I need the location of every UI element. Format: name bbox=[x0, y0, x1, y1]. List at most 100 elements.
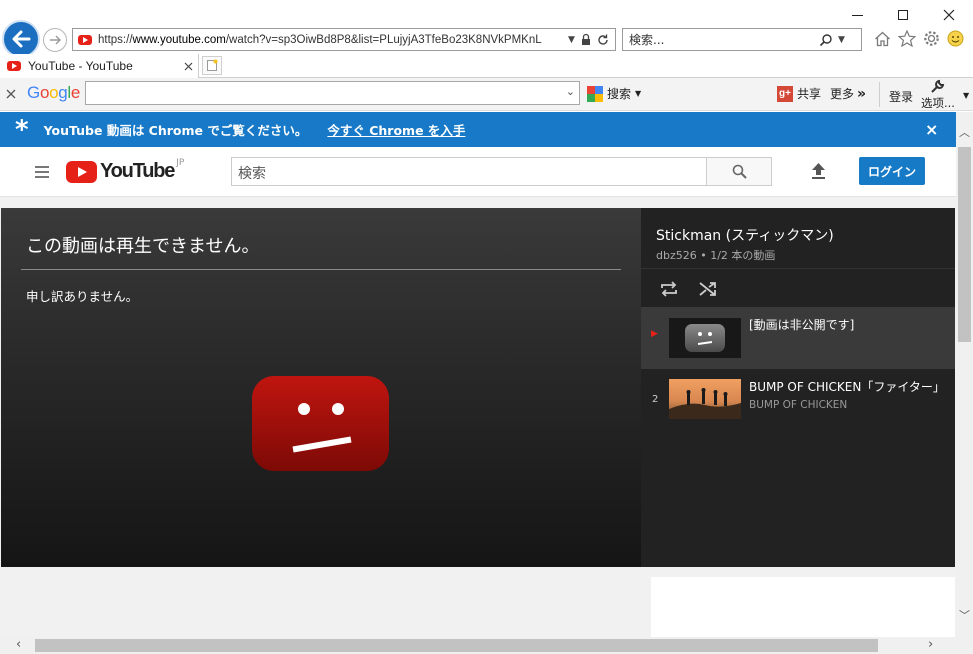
close-window-button[interactable] bbox=[926, 0, 972, 30]
maximize-icon bbox=[898, 10, 908, 20]
search-button-label: 搜索 bbox=[607, 87, 632, 101]
youtube-logo[interactable]: YouTube JP bbox=[66, 158, 185, 183]
scrollbar-corner bbox=[956, 637, 973, 654]
chrome-promo-bar: * YouTube 動画は Chrome でご覧ください。 今すぐ Chrome… bbox=[0, 112, 956, 147]
wrench-icon bbox=[931, 79, 945, 93]
google-search-button[interactable]: 搜索 ▼ bbox=[587, 85, 641, 102]
more-chevrons-icon: » bbox=[857, 85, 867, 102]
close-icon bbox=[943, 9, 955, 21]
browser-search-box[interactable]: 検索... ▼ bbox=[622, 28, 862, 51]
error-subtitle: 申し訳ありません。 bbox=[26, 289, 139, 304]
close-tab-icon[interactable] bbox=[184, 62, 193, 71]
search-icon bbox=[732, 164, 747, 179]
region-label: JP bbox=[176, 158, 185, 168]
playlist-item[interactable]: 2 BUMP OF CHICKEN「ファイター」 BUMP OF CHICKEN bbox=[641, 369, 955, 431]
browser-search-placeholder: 検索... bbox=[629, 33, 665, 47]
share-button[interactable]: g+ 共享 bbox=[777, 85, 821, 102]
favorites-star-icon[interactable] bbox=[898, 30, 916, 47]
url-text: https://www.youtube.com/watch?v=sp3OiwBd… bbox=[98, 33, 542, 46]
scroll-left-icon[interactable]: ‹ bbox=[16, 637, 21, 652]
scroll-down-icon[interactable]: ﹀ bbox=[959, 607, 970, 623]
promo-message: YouTube 動画は Chrome でご覧ください。 bbox=[43, 123, 308, 138]
star-icon: * bbox=[15, 114, 29, 145]
more-label: 更多 bbox=[830, 87, 855, 101]
back-button[interactable] bbox=[2, 20, 40, 58]
sidebar-placeholder bbox=[651, 577, 955, 637]
google-search-input[interactable]: ⌄ bbox=[85, 81, 580, 105]
browser-window: https://www.youtube.com/watch?v=sp3OiwBd… bbox=[0, 0, 973, 654]
youtube-page: YouTube JP 検索 ログイン この動画は再生できません。 申し訳ありませ… bbox=[0, 147, 956, 637]
close-promo-button[interactable]: × bbox=[925, 120, 938, 139]
playlist-panel: Stickman (スティックマン) dbz526 • 1/2 本の動画 ▶ [… bbox=[641, 208, 955, 567]
chevron-down-icon[interactable]: ⌄ bbox=[566, 85, 575, 98]
back-arrow-icon bbox=[12, 30, 31, 48]
options-dropdown-icon: ▼ bbox=[963, 91, 970, 100]
search-icon[interactable] bbox=[819, 33, 833, 47]
forward-button[interactable] bbox=[43, 28, 67, 52]
refresh-icon[interactable] bbox=[597, 34, 609, 46]
maximize-button[interactable] bbox=[880, 0, 926, 30]
youtube-search-button[interactable] bbox=[706, 157, 772, 186]
minimize-button[interactable] bbox=[834, 0, 880, 30]
horizontal-scrollbar[interactable]: ‹ › bbox=[0, 637, 956, 654]
tab-title: YouTube - YouTube bbox=[28, 59, 133, 73]
forward-arrow-icon bbox=[50, 35, 61, 45]
youtube-favicon-icon bbox=[7, 61, 21, 71]
playlist-item-active[interactable]: ▶ [動画は非公開です] bbox=[641, 307, 955, 369]
error-title: この動画は再生できません。 bbox=[26, 236, 260, 257]
private-video-thumbnail bbox=[669, 318, 741, 358]
horizontal-scroll-thumb[interactable] bbox=[35, 639, 878, 652]
youtube-favicon-icon bbox=[78, 34, 92, 45]
options-label: 选项... bbox=[921, 96, 955, 110]
home-icon[interactable] bbox=[874, 31, 891, 47]
tab-strip: YouTube - YouTube bbox=[0, 54, 973, 78]
video-player[interactable]: この動画は再生できません。 申し訳ありません。 bbox=[1, 208, 641, 567]
playlist-item-title: [動画は非公開です] bbox=[749, 318, 855, 332]
bump-of-chicken-thumbnail bbox=[669, 379, 741, 419]
lock-icon[interactable] bbox=[580, 33, 592, 46]
get-chrome-link[interactable]: 今すぐ Chrome を入手 bbox=[327, 120, 465, 139]
signin-link[interactable]: 登录 bbox=[889, 88, 913, 105]
now-playing-icon: ▶ bbox=[651, 329, 658, 339]
dropdown-icon[interactable]: ▼ bbox=[568, 35, 575, 45]
share-label: 共享 bbox=[797, 87, 822, 101]
tab-youtube[interactable]: YouTube - YouTube bbox=[0, 54, 199, 78]
playlist-divider bbox=[641, 268, 955, 269]
playlist-item-channel: BUMP OF CHICKEN bbox=[749, 399, 848, 411]
login-button[interactable]: ログイン bbox=[859, 157, 925, 185]
gear-icon[interactable] bbox=[923, 30, 940, 47]
vertical-scroll-thumb[interactable] bbox=[958, 147, 971, 342]
error-divider bbox=[21, 269, 621, 270]
google-plus-icon: g+ bbox=[777, 85, 793, 102]
new-tab-icon bbox=[207, 59, 218, 71]
youtube-search-input[interactable]: 検索 bbox=[231, 157, 707, 186]
more-button[interactable]: 更多 » bbox=[830, 85, 866, 102]
shuffle-icon[interactable] bbox=[698, 280, 718, 298]
address-bar[interactable]: https://www.youtube.com/watch?v=sp3OiwBd… bbox=[72, 28, 616, 51]
youtube-wordmark: YouTube bbox=[100, 160, 175, 182]
google-g-color-icon bbox=[587, 85, 603, 102]
menu-hamburger-icon[interactable] bbox=[35, 166, 49, 178]
new-tab-button[interactable] bbox=[202, 56, 222, 75]
upload-icon[interactable] bbox=[810, 162, 827, 181]
vertical-scrollbar[interactable]: ︿ ﹀ bbox=[956, 112, 973, 637]
login-label: ログイン bbox=[867, 164, 916, 179]
google-logo: Google bbox=[27, 83, 81, 102]
options-button[interactable]: 选项... ▼ bbox=[919, 79, 971, 110]
playlist-meta: dbz526 • 1/2 本の動画 bbox=[656, 249, 776, 262]
playlist-item-title: BUMP OF CHICKEN「ファイター」 bbox=[749, 380, 945, 394]
loop-icon[interactable] bbox=[659, 280, 679, 298]
minimize-icon bbox=[851, 14, 863, 16]
close-toolbar-icon[interactable] bbox=[6, 89, 16, 99]
google-toolbar: Google ⌄ 搜索 ▼ g+ 共享 更多 » 登录 选项... ▼ bbox=[0, 78, 973, 111]
playlist-title[interactable]: Stickman (スティックマン) bbox=[656, 225, 834, 245]
search-dropdown-icon[interactable]: ▼ bbox=[838, 35, 845, 45]
url-host: www.youtube.com bbox=[132, 33, 226, 46]
search-dropdown-icon[interactable]: ▼ bbox=[635, 89, 641, 98]
smiley-feedback-icon[interactable] bbox=[947, 30, 964, 47]
playlist-item-index: 2 bbox=[652, 394, 659, 405]
scroll-right-icon[interactable]: › bbox=[928, 637, 933, 652]
scroll-up-icon[interactable]: ︿ bbox=[959, 124, 970, 140]
private-video-icon bbox=[685, 324, 725, 352]
youtube-play-icon bbox=[66, 160, 97, 183]
